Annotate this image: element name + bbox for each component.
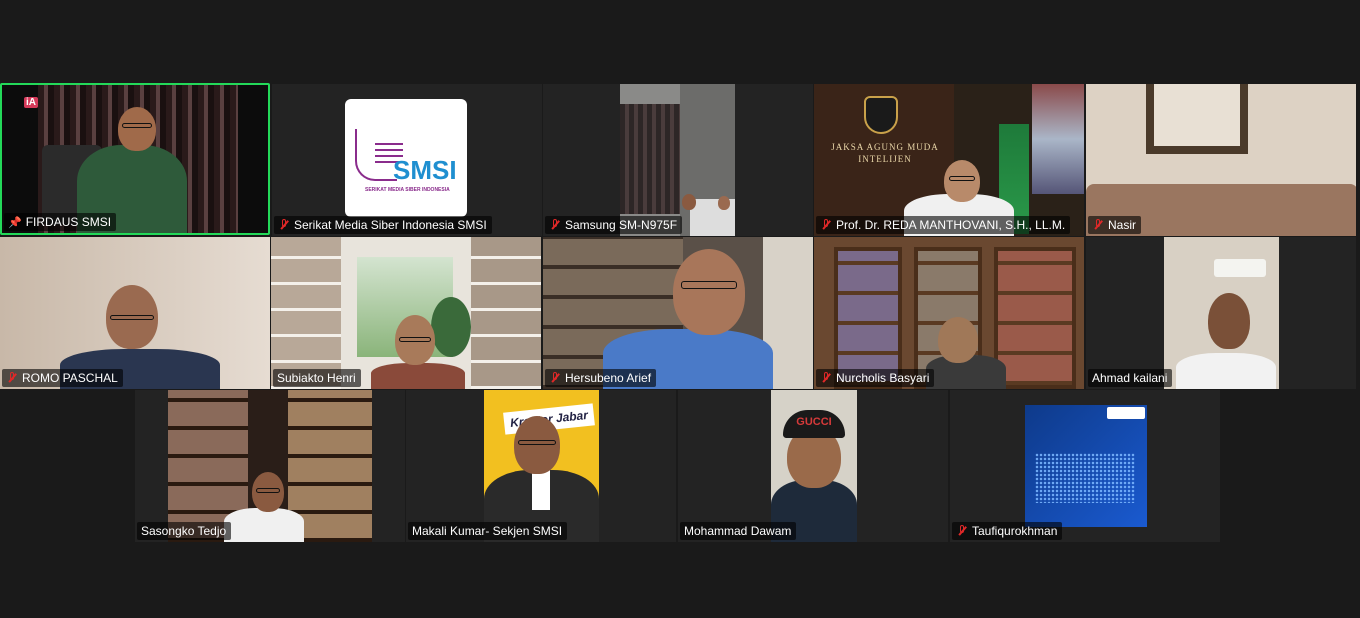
mic-muted-icon xyxy=(820,372,832,384)
video-feed: GUCCI xyxy=(771,390,857,542)
video-tile-reda[interactable]: JAKSA AGUNG MUDA INTELIJEN Prof. Dr. RED… xyxy=(814,84,1084,236)
ia-badge: iA xyxy=(24,97,38,108)
video-feed xyxy=(1086,84,1356,236)
name-label: Nurcholis Basyari xyxy=(816,369,935,387)
video-tile-makali[interactable]: Kreator Jabar Makali Kumar- Sekjen SMSI xyxy=(406,390,676,542)
video-feed xyxy=(168,390,372,542)
video-feed xyxy=(814,237,1084,389)
video-feed: iA xyxy=(2,85,268,233)
video-tile-samsung[interactable]: Samsung SM-N975F xyxy=(543,84,813,236)
name-label: Subiakto Henri xyxy=(273,369,361,387)
name-label: Prof. Dr. REDA MANTHOVANI, S.H., LL.M. xyxy=(816,216,1071,234)
video-tile-romo[interactable]: ROMO PASCHAL xyxy=(0,237,270,389)
name-label: Taufiqurokhman xyxy=(952,522,1063,540)
video-feed xyxy=(0,237,270,389)
video-tile-dawam[interactable]: GUCCI Mohammad Dawam xyxy=(678,390,948,542)
video-feed: JAKSA AGUNG MUDA INTELIJEN xyxy=(814,84,1084,236)
video-tile-subiakto[interactable]: Subiakto Henri xyxy=(271,237,541,389)
video-tile-ahmad[interactable]: Ahmad kailani xyxy=(1086,237,1356,389)
video-feed xyxy=(620,84,735,236)
smsi-logo: SMSI SERIKAT MEDIA SIBER INDONESIA xyxy=(345,99,467,217)
mirror xyxy=(1146,84,1248,154)
video-feed: Kreator Jabar xyxy=(484,390,599,542)
name-label: Samsung SM-N975F xyxy=(545,216,683,234)
mic-muted-icon xyxy=(6,372,18,384)
name-label: Ahmad kailani xyxy=(1088,369,1173,387)
video-tile-firdaus[interactable]: iA 📌 FIRDAUS SMSI xyxy=(0,83,270,235)
mic-muted-icon xyxy=(820,219,832,231)
mic-muted-icon xyxy=(549,219,561,231)
name-label: ROMO PASCHAL xyxy=(2,369,123,387)
name-label: Nasir xyxy=(1088,216,1142,234)
mic-muted-icon xyxy=(549,372,561,384)
name-label: Hersubeno Arief xyxy=(545,369,657,387)
video-feed xyxy=(543,237,813,389)
video-tile-nurcholis[interactable]: Nurcholis Basyari xyxy=(814,237,1084,389)
video-feed xyxy=(1025,405,1147,527)
mic-muted-icon xyxy=(956,525,968,537)
name-label: Serikat Media Siber Indonesia SMSI xyxy=(274,216,492,234)
video-tile-smsi[interactable]: SMSI SERIKAT MEDIA SIBER INDONESIA Serik… xyxy=(272,84,542,236)
name-label: Mohammad Dawam xyxy=(680,522,797,540)
name-label: 📌 FIRDAUS SMSI xyxy=(4,213,117,231)
name-label: Makali Kumar- Sekjen SMSI xyxy=(408,522,568,540)
video-tile-hersubeno[interactable]: Hersubeno Arief xyxy=(543,237,813,389)
pin-icon: 📌 xyxy=(8,216,22,229)
video-feed xyxy=(271,237,541,389)
mic-muted-icon xyxy=(278,219,290,231)
video-tile-sasongko[interactable]: Sasongko Tedjo xyxy=(135,390,405,542)
video-tile-nasir[interactable]: Nasir xyxy=(1086,84,1356,236)
mic-muted-icon xyxy=(1092,219,1104,231)
emblem xyxy=(864,96,898,134)
video-tile-taufiq[interactable]: Taufiqurokhman xyxy=(950,390,1220,542)
name-label: Sasongko Tedjo xyxy=(137,522,232,540)
video-feed xyxy=(1164,237,1279,389)
video-feed: SMSI SERIKAT MEDIA SIBER INDONESIA xyxy=(272,84,542,236)
